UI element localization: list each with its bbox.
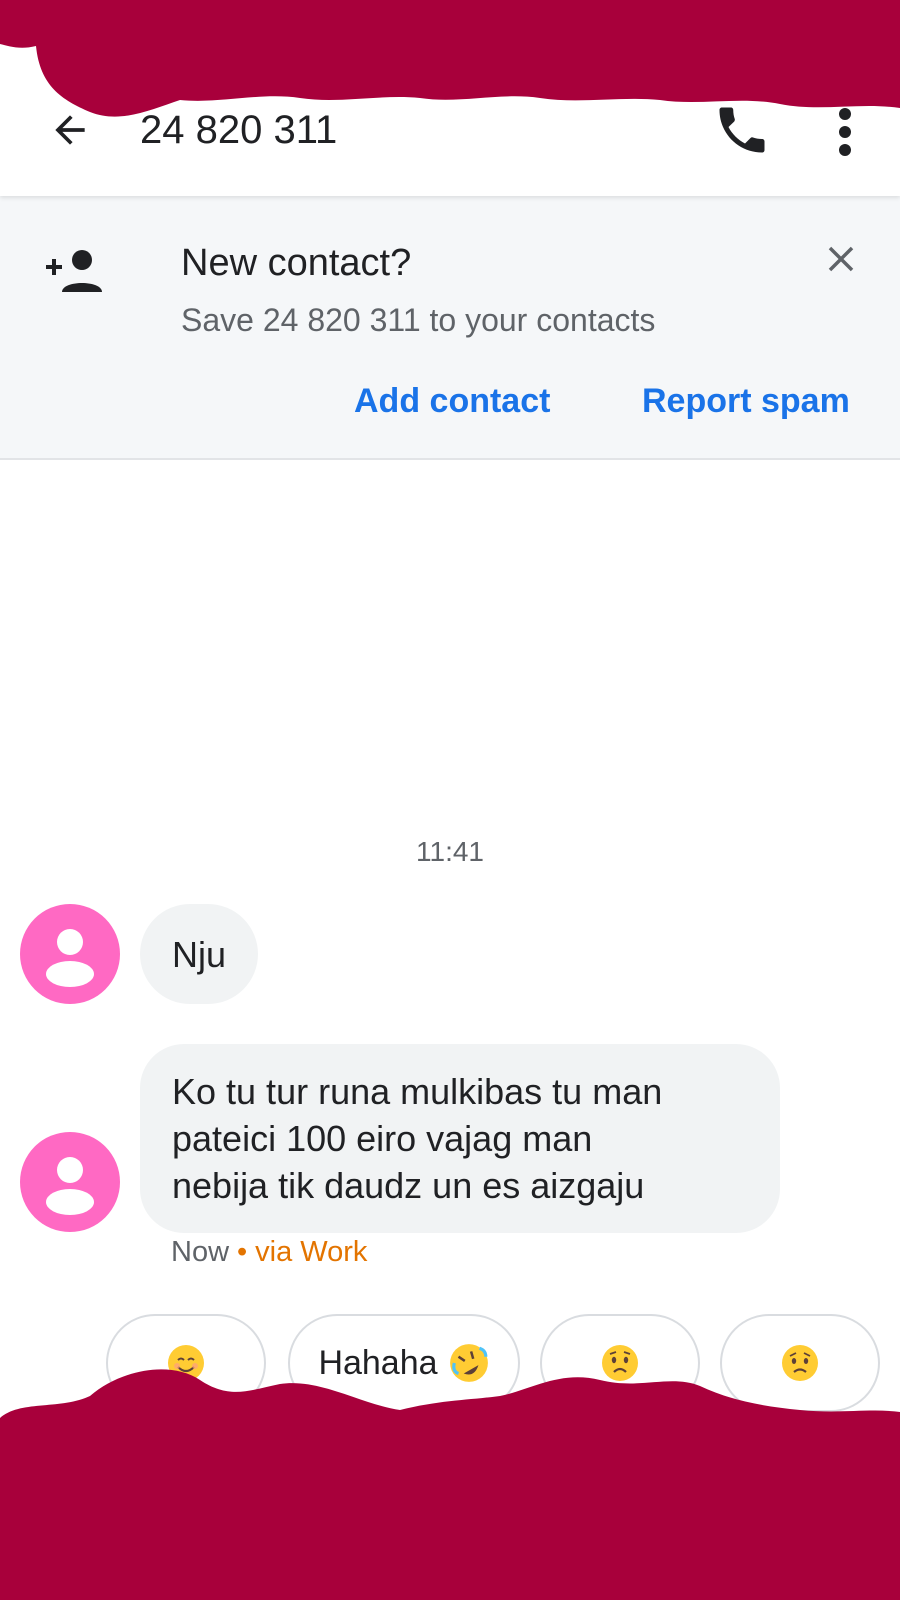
person-add-icon — [46, 250, 102, 292]
banner-title: New contact? — [181, 242, 412, 284]
close-icon — [828, 246, 854, 272]
add-contact-button[interactable]: Add contact — [354, 380, 550, 422]
message-status: Now • via Work — [171, 1236, 367, 1269]
message-text: Nju — [171, 933, 227, 975]
message-text: Ko tu tur runa mulkibas tu man pateici 1… — [172, 1071, 663, 1206]
via-work-label: via Work — [255, 1236, 368, 1268]
redaction-top — [0, 0, 900, 117]
banner-subtitle: Save 24 820 311 to your contacts — [181, 302, 656, 338]
avatar[interactable] — [20, 904, 120, 1004]
dismiss-banner-button[interactable] — [820, 238, 862, 280]
person-icon — [46, 1157, 94, 1215]
message-bubble[interactable]: Ko tu tur runa mulkibas tu man pateici 1… — [140, 1044, 780, 1233]
person-icon — [46, 929, 94, 987]
redaction-bottom — [0, 1369, 900, 1600]
new-contact-banner: New contact? Save 24 820 311 to your con… — [0, 196, 900, 460]
meta-separator: • — [237, 1236, 248, 1268]
message-bubble[interactable]: Nju — [140, 904, 258, 1004]
avatar[interactable] — [20, 1132, 120, 1232]
report-spam-button[interactable]: Report spam — [642, 380, 850, 422]
message-timestamp: 11:41 — [416, 836, 484, 867]
message-time: Now — [171, 1236, 230, 1268]
